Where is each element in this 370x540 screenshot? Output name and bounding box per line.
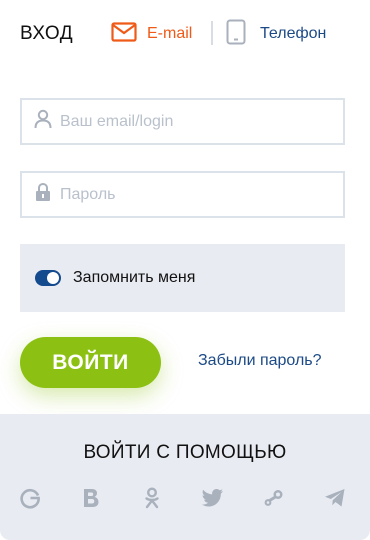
remember-toggle[interactable] — [35, 270, 61, 286]
login-header: ВХОД E-mail Телефон — [20, 19, 350, 50]
user-icon — [34, 109, 52, 134]
password-input[interactable] — [60, 185, 330, 204]
page-title: ВХОД — [20, 23, 74, 44]
telegram-icon[interactable] — [323, 486, 347, 510]
vk-icon[interactable] — [79, 486, 103, 510]
tab-divider — [211, 21, 213, 45]
login-field — [20, 98, 345, 145]
twitter-icon[interactable] — [201, 486, 225, 510]
tab-email[interactable]: E-mail — [111, 20, 192, 48]
toggle-knob — [47, 272, 59, 284]
social-login-section: ВОЙТИ С ПОМОЩЬЮ — [0, 414, 370, 540]
login-button[interactable]: ВОЙТИ — [20, 337, 161, 388]
odnoklassniki-icon[interactable] — [140, 486, 164, 510]
forgot-password-link[interactable]: Забыли пароль? — [198, 352, 322, 370]
envelope-icon — [111, 21, 137, 47]
password-field — [20, 171, 345, 218]
tab-phone[interactable]: Телефон — [226, 19, 327, 50]
remember-me-row[interactable]: Запомнить меня — [20, 244, 345, 312]
phone-icon — [226, 19, 246, 50]
login-input[interactable] — [60, 112, 330, 131]
tab-phone-label: Телефон — [260, 25, 327, 42]
remember-label: Запомнить меня — [73, 269, 196, 286]
steam-icon[interactable] — [262, 486, 286, 510]
lock-icon — [34, 182, 52, 207]
tab-email-label: E-mail — [147, 25, 193, 42]
social-heading: ВОЙТИ С ПОМОЩЬЮ — [83, 442, 287, 463]
google-icon[interactable] — [18, 486, 42, 510]
login-panel: ВХОД E-mail Телефон Ваш email/login Запо… — [0, 0, 370, 540]
